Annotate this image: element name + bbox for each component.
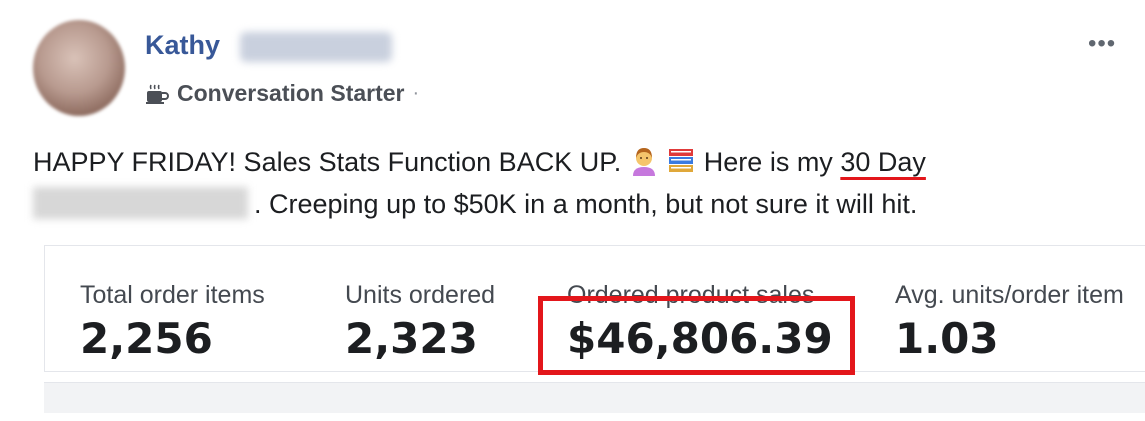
avatar[interactable] [33, 20, 125, 116]
stat-value: 2,256 [80, 314, 213, 363]
more-options-icon[interactable]: ••• [1088, 30, 1116, 58]
post-text: HAPPY FRIDAY! Sales Stats Function BACK … [33, 141, 1123, 225]
badge-separator: · [412, 82, 420, 104]
post-text-part1: HAPPY FRIDAY! Sales Stats Function BACK … [33, 147, 622, 177]
post-text-underlined: 30 Day [840, 147, 926, 177]
redacted-text [33, 187, 248, 219]
card-footer [44, 382, 1145, 413]
stat-total-order-items: Total order items 2,256 [80, 281, 265, 363]
stat-label: Avg. units/order item [895, 281, 1124, 309]
coffee-cup-icon [146, 84, 169, 104]
stat-units-ordered: Units ordered 2,323 [345, 281, 495, 363]
books-emoji [669, 149, 694, 172]
sales-highlight-box [538, 296, 855, 375]
stat-label: Total order items [80, 281, 265, 309]
badge-label[interactable]: Conversation Starter [177, 80, 405, 107]
author-name[interactable]: Kathy [145, 30, 220, 61]
stat-avg-units-per-order-item: Avg. units/order item 1.03 [895, 281, 1124, 363]
person-raising-hand-emoji [632, 148, 655, 176]
stat-value: 2,323 [345, 314, 478, 363]
member-badge: Conversation Starter · [145, 80, 419, 107]
post-text-part2: Here is my [703, 147, 833, 177]
facebook-post: Kathy Conversation Starter · ••• HAPPY F… [0, 0, 1145, 421]
stat-value: 1.03 [895, 314, 999, 363]
stat-label: Units ordered [345, 281, 496, 309]
redacted-surname [240, 32, 392, 62]
post-text-part3: . Creeping up to $50K in a month, but no… [254, 189, 918, 219]
